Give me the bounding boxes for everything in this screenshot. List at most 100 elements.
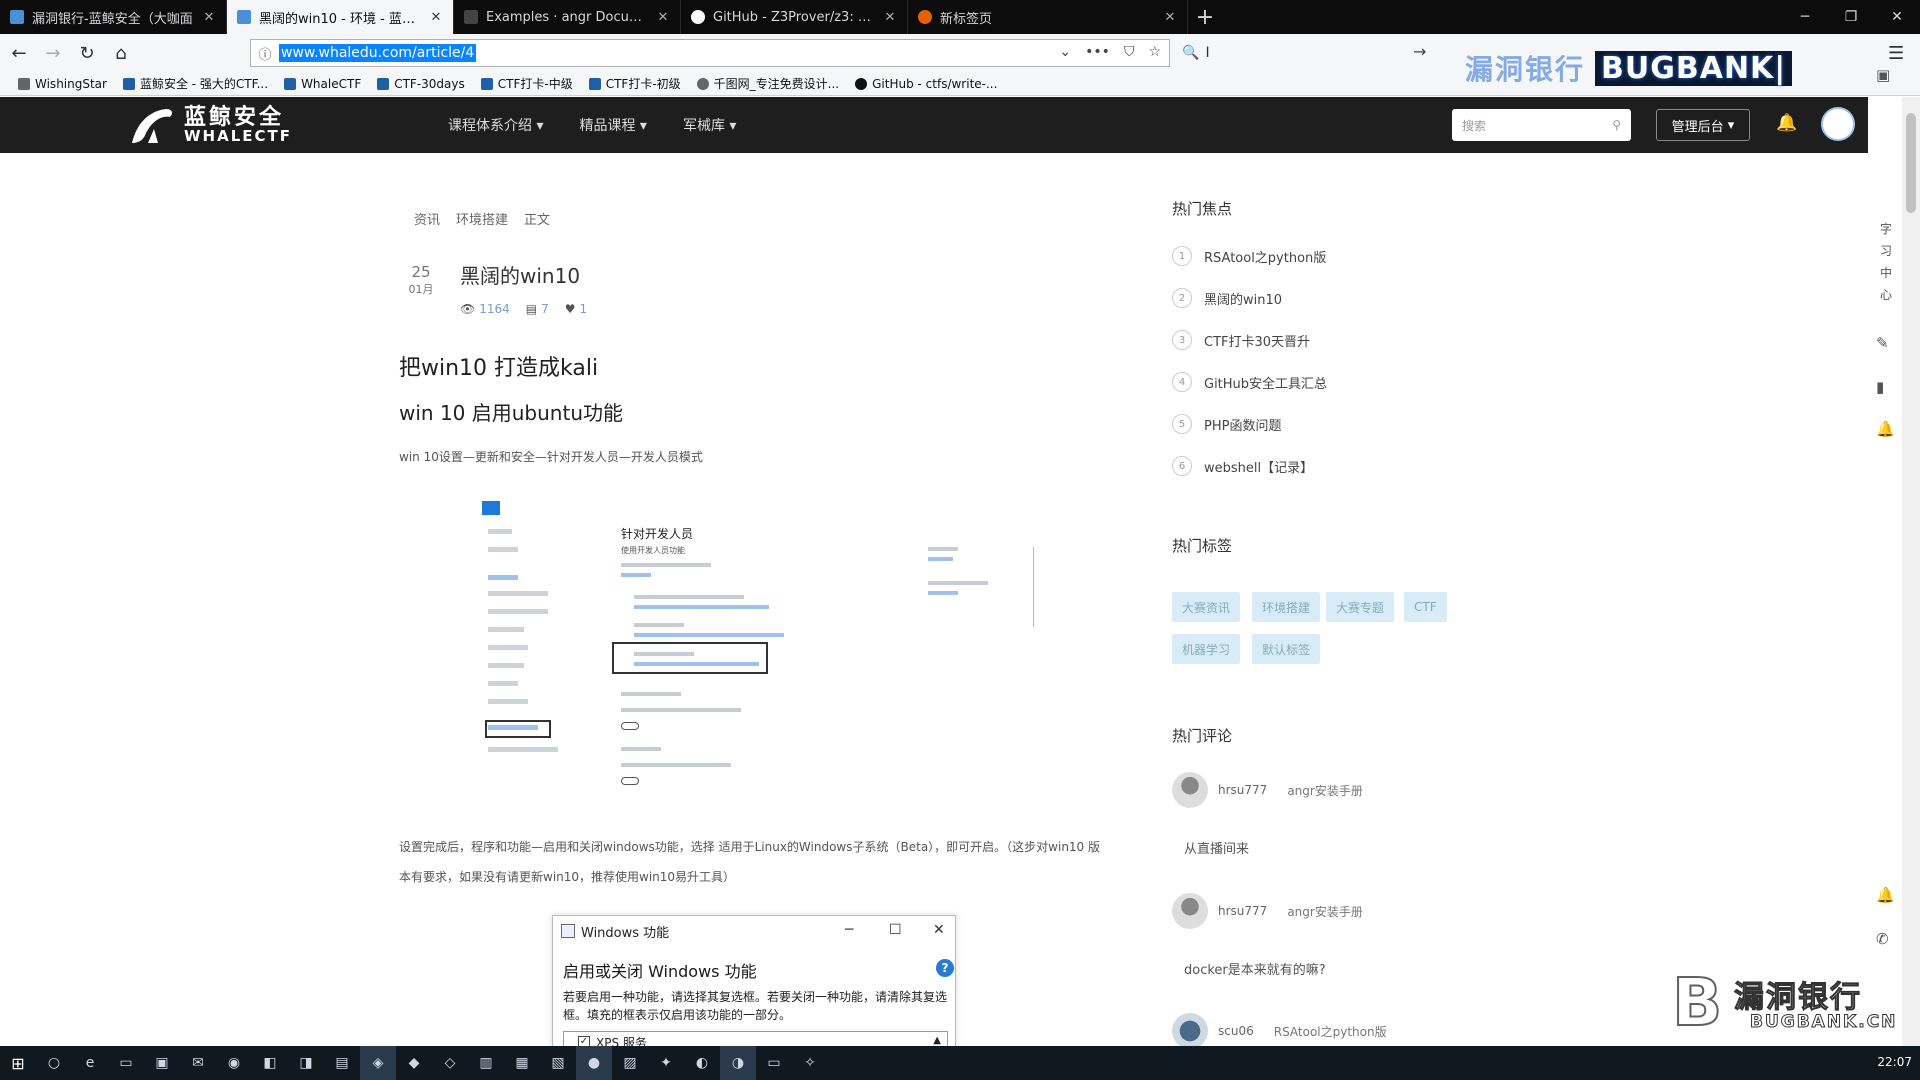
app-icon[interactable]: ✦ xyxy=(648,1046,684,1080)
browser-tab[interactable]: 新标签页 ✕ xyxy=(908,0,1188,34)
reload-icon[interactable]: ↻ xyxy=(72,38,102,68)
search-icon[interactable]: ⚲ xyxy=(1612,118,1621,132)
app-icon[interactable]: ▧ xyxy=(540,1046,576,1080)
scrollbar-thumb[interactable] xyxy=(1906,113,1916,213)
app-icon[interactable]: ◨ xyxy=(288,1046,324,1080)
edit-icon[interactable]: ✎ xyxy=(1876,334,1889,352)
comment-article[interactable]: angr安装手册 xyxy=(1287,903,1363,920)
toolbar-toggle-icon[interactable]: ▣ xyxy=(1876,66,1890,84)
notification-bell-icon[interactable]: 🔔 xyxy=(1776,113,1797,133)
home-icon[interactable]: ⌂ xyxy=(106,38,136,68)
list-item[interactable]: 6 webshell【记录】 xyxy=(1172,456,1313,476)
app-icon[interactable]: ◐ xyxy=(684,1046,720,1080)
bookmark-item[interactable]: 千图网_专注免费设计... xyxy=(696,75,839,92)
avatar[interactable] xyxy=(1172,893,1208,929)
close-tab-icon[interactable]: ✕ xyxy=(202,10,216,25)
go-arrow-icon[interactable]: → xyxy=(1413,42,1426,61)
app-icon[interactable]: ◧ xyxy=(252,1046,288,1080)
search-icon[interactable]: ○ xyxy=(36,1046,72,1080)
avatar[interactable] xyxy=(1172,772,1208,808)
file-explorer-icon[interactable]: ▭ xyxy=(108,1046,144,1080)
forward-icon[interactable]: → xyxy=(38,38,68,68)
terminal-icon[interactable]: ▭ xyxy=(756,1046,792,1080)
bookmark-item[interactable]: WishingStar xyxy=(18,77,107,91)
vertical-scrollbar[interactable] xyxy=(1902,97,1920,1046)
app-icon[interactable]: ◉ xyxy=(216,1046,252,1080)
store-icon[interactable]: ▣ xyxy=(144,1046,180,1080)
info-icon[interactable]: ⓘ xyxy=(251,44,279,63)
close-tab-icon[interactable]: ✕ xyxy=(656,10,670,25)
tag[interactable]: 默认标签 xyxy=(1252,634,1321,664)
list-item[interactable]: 2 黑阔的win10 xyxy=(1172,288,1282,308)
bell-outline-icon[interactable]: 🔔 xyxy=(1876,886,1895,904)
firefox-icon[interactable]: ● xyxy=(576,1046,612,1080)
bookmark-item[interactable]: CTF-30days xyxy=(377,77,465,91)
bookmark-item[interactable]: 蓝鲸安全 - 强大的CTF... xyxy=(122,75,268,92)
app-icon[interactable]: ◈ xyxy=(360,1046,396,1080)
app-icon[interactable]: ◇ xyxy=(432,1046,468,1080)
tag[interactable]: CTF xyxy=(1404,592,1447,622)
minimize-icon[interactable]: ─ xyxy=(1782,0,1828,34)
dropdown-icon[interactable]: ⌄ xyxy=(1059,44,1071,60)
site-search-input[interactable]: 搜索 ⚲ xyxy=(1452,109,1631,141)
admin-button[interactable]: 管理后台 ▾ xyxy=(1656,109,1750,141)
close-tab-icon[interactable]: ✕ xyxy=(883,10,897,25)
close-window-icon[interactable]: ✕ xyxy=(1874,0,1920,34)
list-item[interactable]: 5 PHP函数问题 xyxy=(1172,414,1281,434)
comment-user[interactable]: hrsu777 xyxy=(1218,783,1267,797)
address-bar[interactable]: ⓘ www.whaledu.com/article/4 ⌄ ••• ⛉ ☆ xyxy=(250,39,1170,67)
hamburger-menu-icon[interactable]: ☰ xyxy=(1888,43,1904,64)
new-tab-button[interactable]: + xyxy=(1188,0,1222,34)
back-icon[interactable]: ← xyxy=(4,38,34,68)
tag[interactable]: 环境搭建 xyxy=(1252,592,1321,622)
bookmark-star-icon[interactable]: ☆ xyxy=(1148,44,1161,60)
book-icon[interactable]: ▮ xyxy=(1876,378,1884,396)
list-item[interactable]: 4 GitHub安全工具汇总 xyxy=(1172,372,1327,392)
nav-item-premium-courses[interactable]: 精品课程 ▾ xyxy=(579,115,646,135)
app-icon[interactable]: ▦ xyxy=(504,1046,540,1080)
browser-tab[interactable]: GitHub - Z3Prover/z3: The ✕ xyxy=(681,0,908,34)
close-tab-icon[interactable]: ✕ xyxy=(1163,10,1177,25)
close-tab-icon[interactable]: ✕ xyxy=(429,10,443,25)
bookmark-item[interactable]: CTF打卡-初级 xyxy=(588,75,681,92)
app-icon[interactable]: ◑ xyxy=(720,1046,756,1080)
edge-icon[interactable]: e xyxy=(72,1046,108,1080)
app-icon[interactable]: ✧ xyxy=(792,1046,828,1080)
pocket-icon[interactable]: ⛉ xyxy=(1124,44,1135,60)
restore-icon[interactable]: ❐ xyxy=(1828,0,1874,34)
app-icon[interactable]: ▥ xyxy=(468,1046,504,1080)
browser-tab[interactable]: Examples · angr Documenta ✕ xyxy=(454,0,681,34)
browser-tab-active[interactable]: 黑阔的win10 - 环境 - 蓝鲸安全 ✕ xyxy=(227,0,454,34)
list-item[interactable]: 3 CTF打卡30天晋升 xyxy=(1172,330,1310,350)
comment-article[interactable]: RSAtool之python版 xyxy=(1274,1023,1387,1040)
site-logo[interactable]: 蓝鲸安全 WHALECTF xyxy=(128,103,292,147)
app-icon[interactable]: ▨ xyxy=(612,1046,648,1080)
taskbar-clock[interactable]: 22:07 xyxy=(1877,1055,1912,1069)
avatar[interactable] xyxy=(1172,1013,1208,1049)
bell-icon[interactable]: 🔔 xyxy=(1876,420,1895,438)
tag[interactable]: 大赛专题 xyxy=(1326,592,1395,622)
bookmark-item[interactable]: CTF打卡-中级 xyxy=(480,75,573,92)
user-avatar[interactable] xyxy=(1821,107,1855,141)
bookmark-item[interactable]: WhaleCTF xyxy=(284,77,361,91)
app-icon[interactable]: ▤ xyxy=(324,1046,360,1080)
search-field[interactable]: 🔍 I xyxy=(1178,39,1428,67)
windows-start-icon[interactable]: ⊞ xyxy=(0,1046,36,1080)
breadcrumb-news[interactable]: 资讯 xyxy=(414,209,440,228)
bookmark-item[interactable]: GitHub - ctfs/write-... xyxy=(855,77,997,91)
app-icon[interactable]: ◆ xyxy=(396,1046,432,1080)
breadcrumb-env-setup[interactable]: 环境搭建 xyxy=(456,209,508,228)
phone-icon[interactable]: ✆ xyxy=(1876,930,1889,948)
more-icon[interactable]: ••• xyxy=(1085,44,1110,60)
list-item[interactable]: 1 RSAtool之python版 xyxy=(1172,246,1326,266)
nav-item-courses-intro[interactable]: 课程体系介绍 ▾ xyxy=(448,115,543,135)
heart-icon[interactable]: ♥ xyxy=(565,302,576,316)
nav-item-arsenal[interactable]: 军械库 ▾ xyxy=(683,115,736,135)
comment-user[interactable]: scu06 xyxy=(1218,1024,1254,1038)
tag[interactable]: 机器学习 xyxy=(1172,634,1241,664)
browser-tab[interactable]: 漏洞银行-蓝鲸安全（大咖面 ✕ xyxy=(0,0,227,34)
comment-user[interactable]: hrsu777 xyxy=(1218,904,1267,918)
tag[interactable]: 大赛资讯 xyxy=(1172,592,1241,622)
mail-icon[interactable]: ✉ xyxy=(180,1046,216,1080)
comment-article[interactable]: angr安装手册 xyxy=(1287,782,1363,799)
